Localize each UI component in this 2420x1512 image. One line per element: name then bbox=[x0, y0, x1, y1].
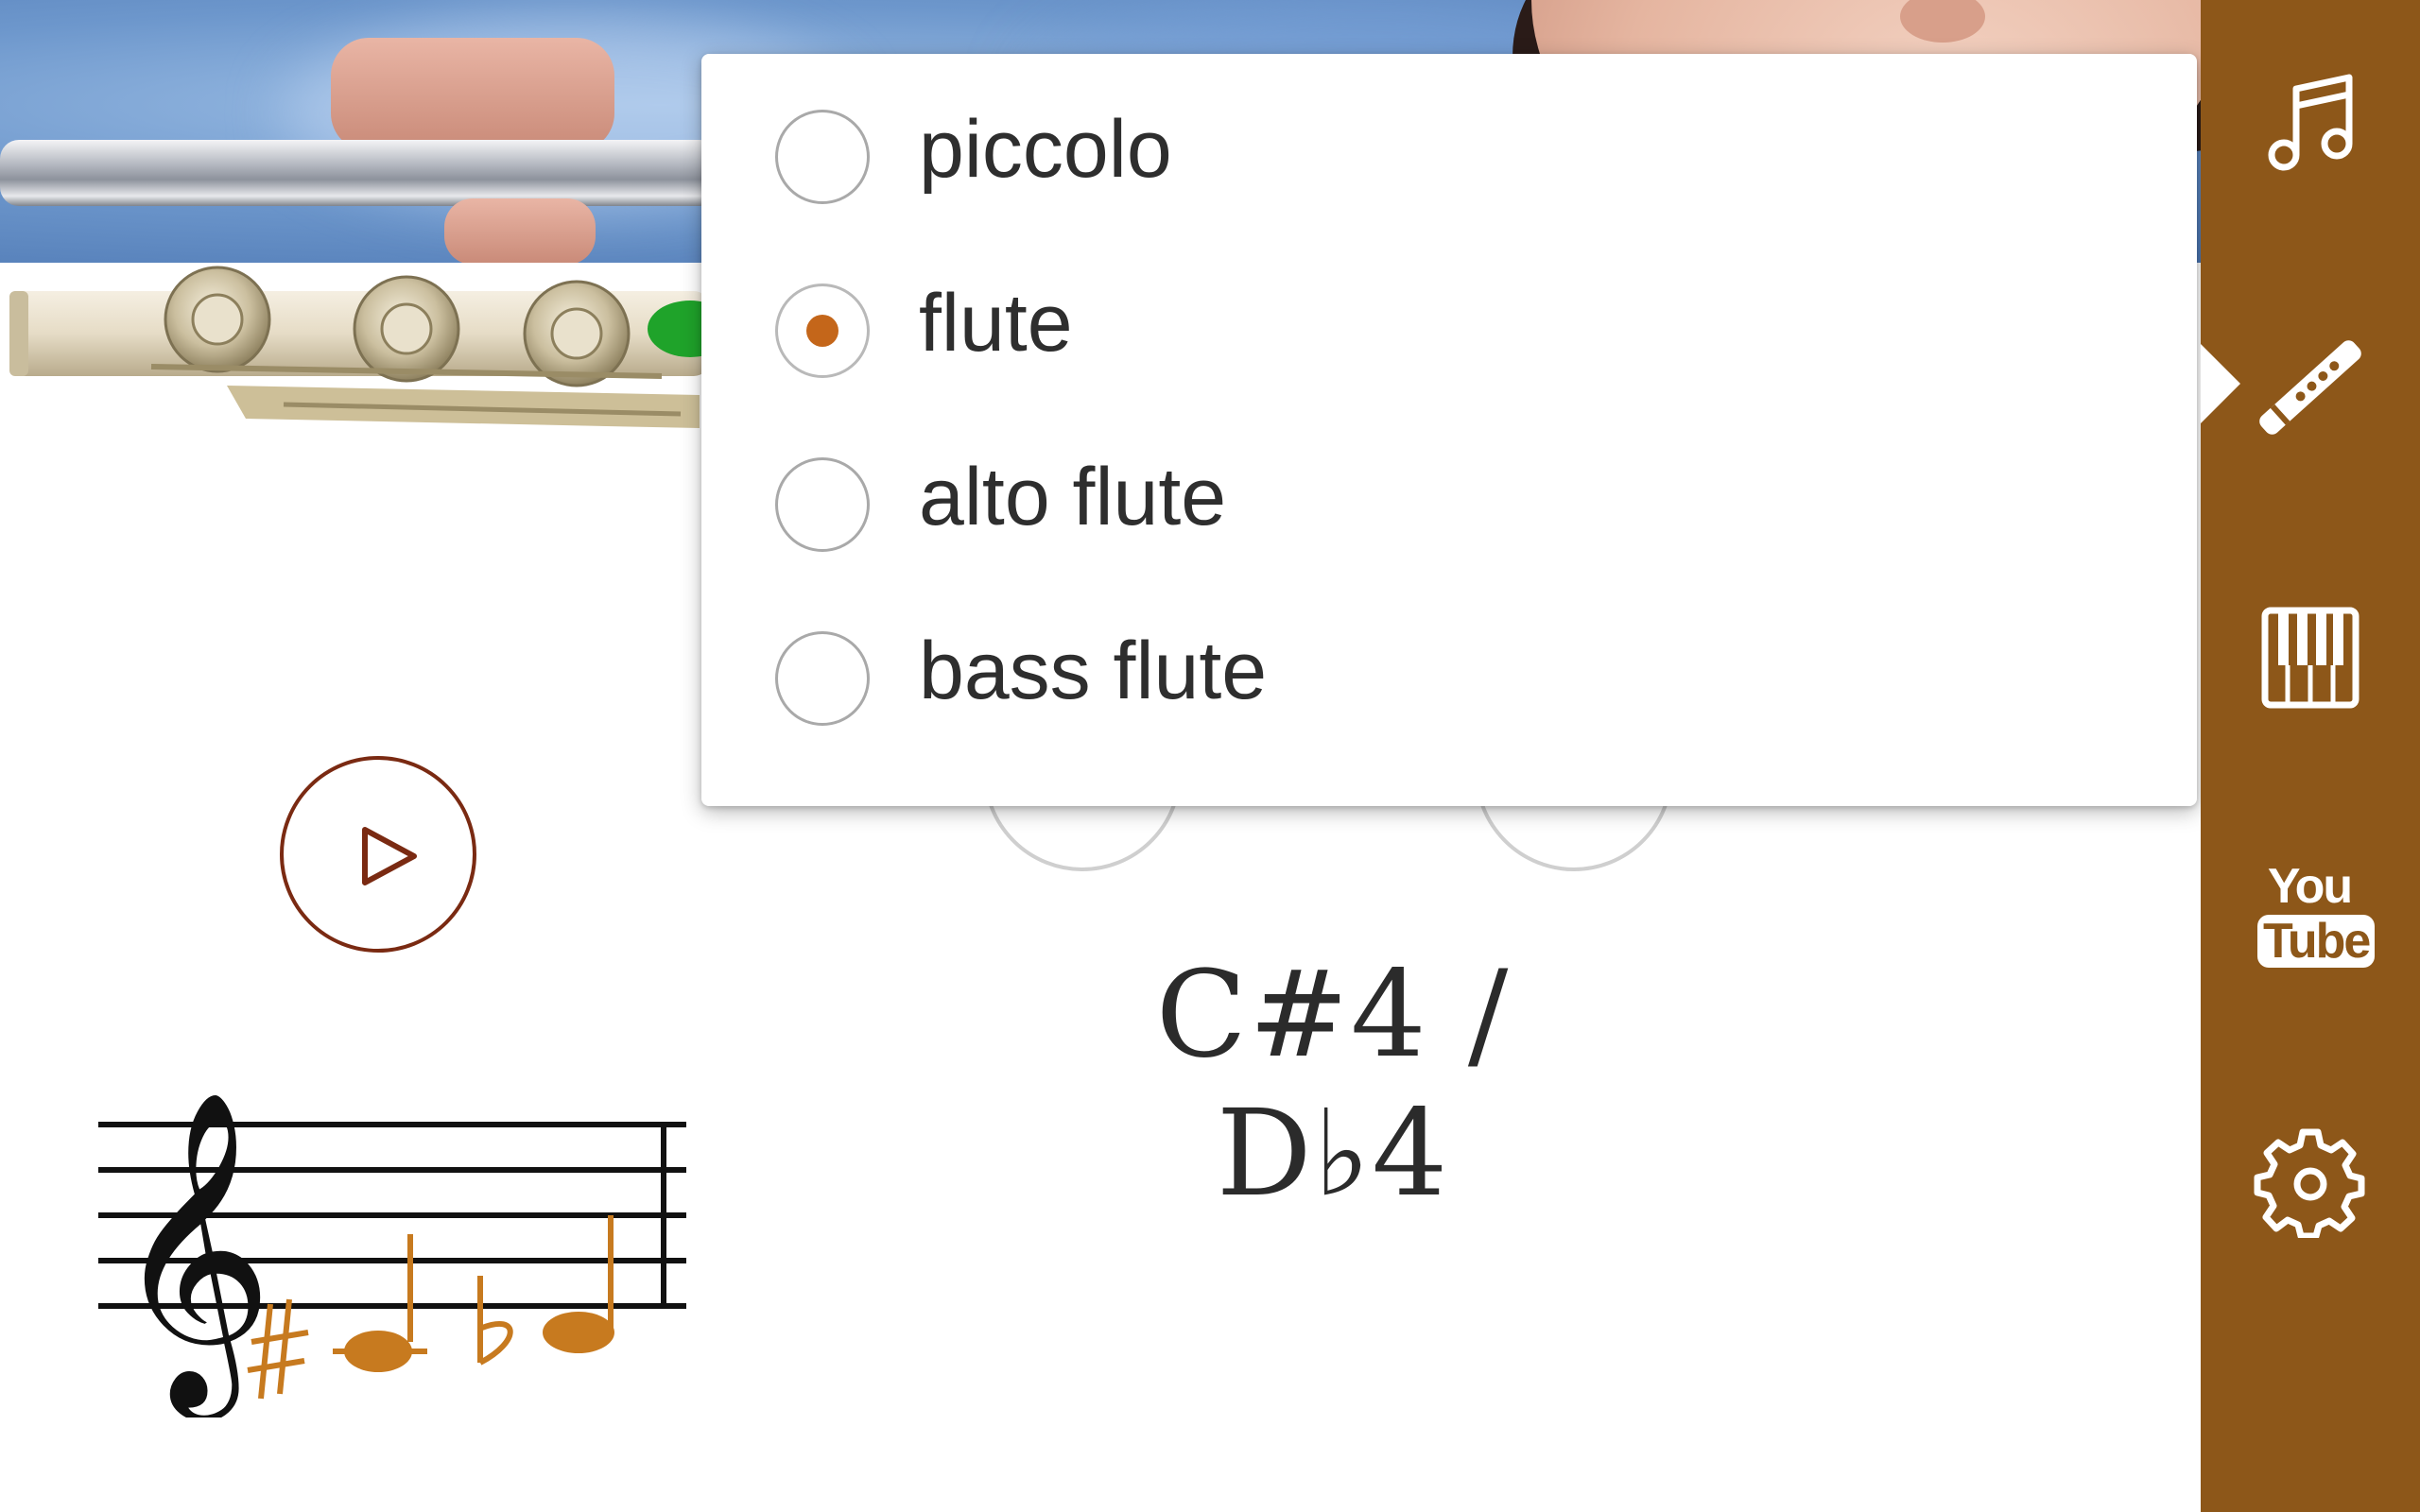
menu-item-label: flute bbox=[919, 278, 1073, 369]
piano-keyboard-icon[interactable] bbox=[2254, 601, 2367, 714]
menu-item-bass-flute[interactable]: bass flute bbox=[701, 576, 2197, 749]
radio-button[interactable] bbox=[775, 631, 870, 726]
play-icon bbox=[362, 827, 417, 885]
menu-item-piccolo[interactable]: piccolo bbox=[701, 54, 2197, 228]
music-note-icon[interactable] bbox=[2254, 68, 2367, 181]
flute-fingering-diagram bbox=[9, 266, 718, 428]
music-staff: 𝄞 bbox=[98, 1089, 686, 1418]
gear-icon[interactable] bbox=[2254, 1125, 2367, 1240]
youtube-icon-text-bottom: Tube bbox=[2257, 915, 2376, 968]
note-name: C#4 / D♭4 bbox=[1155, 945, 1511, 1223]
menu-item-flute[interactable]: flute bbox=[701, 228, 2197, 402]
youtube-icon-text-top: You bbox=[2267, 859, 2353, 914]
instrument-menu: piccolo flute alto flute bass flute bbox=[701, 54, 2197, 806]
menu-item-alto-flute[interactable]: alto flute bbox=[701, 402, 2197, 576]
play-button[interactable] bbox=[280, 756, 476, 953]
youtube-icon[interactable]: You Tube bbox=[2257, 859, 2376, 968]
active-indicator bbox=[2201, 344, 2240, 423]
menu-item-label: bass flute bbox=[919, 626, 1268, 716]
flute-icon[interactable] bbox=[2254, 331, 2367, 444]
menu-item-label: piccolo bbox=[919, 104, 1172, 195]
radio-button-selected[interactable] bbox=[775, 284, 870, 378]
radio-button[interactable] bbox=[775, 110, 870, 204]
radio-button[interactable] bbox=[775, 457, 870, 552]
right-toolbar: You Tube bbox=[2201, 0, 2420, 1512]
menu-item-label: alto flute bbox=[919, 452, 1227, 542]
